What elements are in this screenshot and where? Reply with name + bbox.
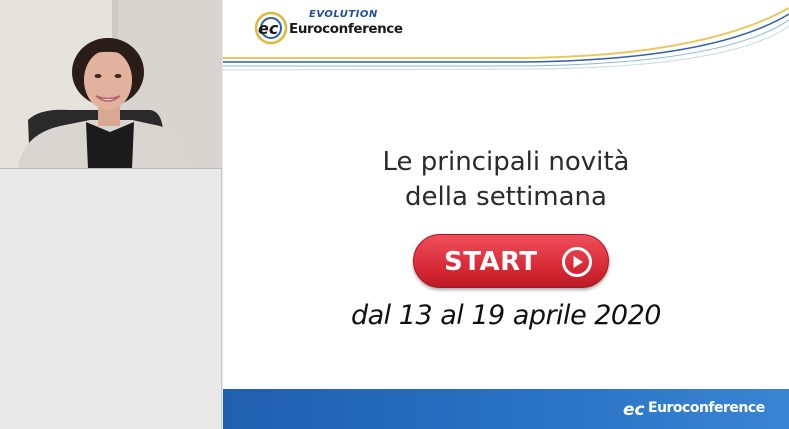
logo-tagline: EVOLUTION — [309, 9, 378, 20]
start-button-label: START — [444, 247, 538, 277]
footer-logo: ec Euroconference — [623, 399, 773, 419]
participants-panel — [0, 0, 222, 429]
euroconference-evolution-logo: ec EVOLUTION Euroconference — [253, 6, 413, 48]
headline-line-1: Le principali novità — [382, 147, 630, 177]
ec-globe-logo-icon: ec — [254, 11, 288, 45]
footer-brand-name: Euroconference — [648, 400, 765, 416]
headline-line-2: della settimana — [405, 182, 607, 212]
date-range: dal 13 al 19 aprile 2020 — [351, 300, 661, 331]
svg-text:ec: ec — [623, 400, 645, 419]
play-circle-icon — [562, 247, 592, 277]
presenter-figure — [18, 38, 186, 168]
slide-footer-bar: ec Euroconference — [223, 389, 789, 429]
screen-share-view: ec EVOLUTION Euroconference Le principal… — [0, 0, 789, 429]
svg-text:ec: ec — [258, 19, 279, 38]
slide-headline: Le principali novità della settimana — [223, 145, 789, 215]
webcam-video[interactable] — [0, 0, 222, 169]
ec-logo-icon: ec — [623, 400, 645, 419]
start-button[interactable]: START — [413, 234, 609, 288]
presentation-slide: ec EVOLUTION Euroconference Le principal… — [223, 0, 789, 429]
logo-brand-name: Euroconference — [289, 21, 403, 37]
